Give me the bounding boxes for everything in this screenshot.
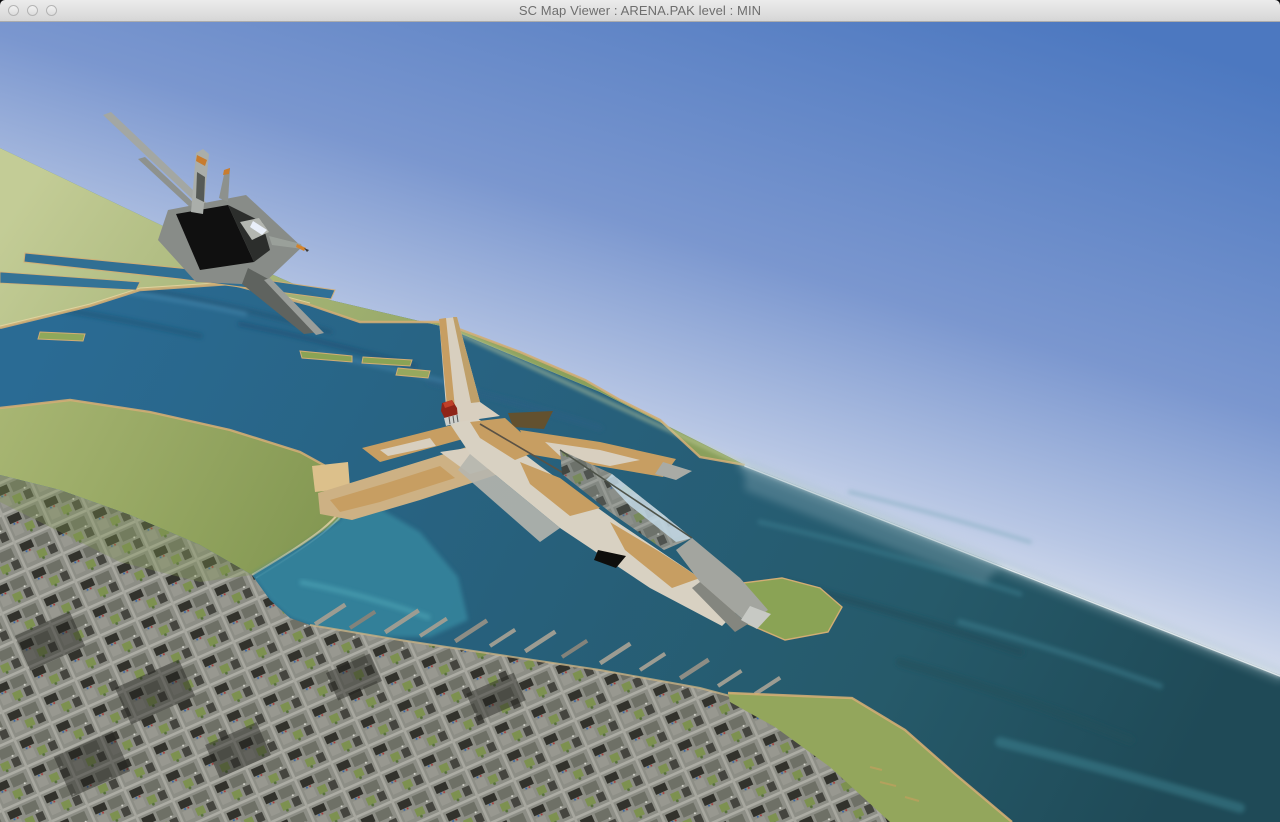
minimize-button[interactable] [27, 5, 38, 16]
close-button[interactable] [8, 5, 19, 16]
island [37, 331, 86, 342]
app-window: SC Map Viewer : ARENA.PAK level : MIN [0, 0, 1280, 822]
window-title: SC Map Viewer : ARENA.PAK level : MIN [518, 3, 762, 18]
fin-shade [196, 172, 205, 202]
zoom-button[interactable] [46, 5, 57, 16]
titlebar[interactable]: SC Map Viewer : ARENA.PAK level : MIN [0, 0, 1280, 22]
map-viewport[interactable] [0, 22, 1280, 822]
scene-3d [0, 22, 1280, 822]
window-controls [8, 0, 57, 21]
